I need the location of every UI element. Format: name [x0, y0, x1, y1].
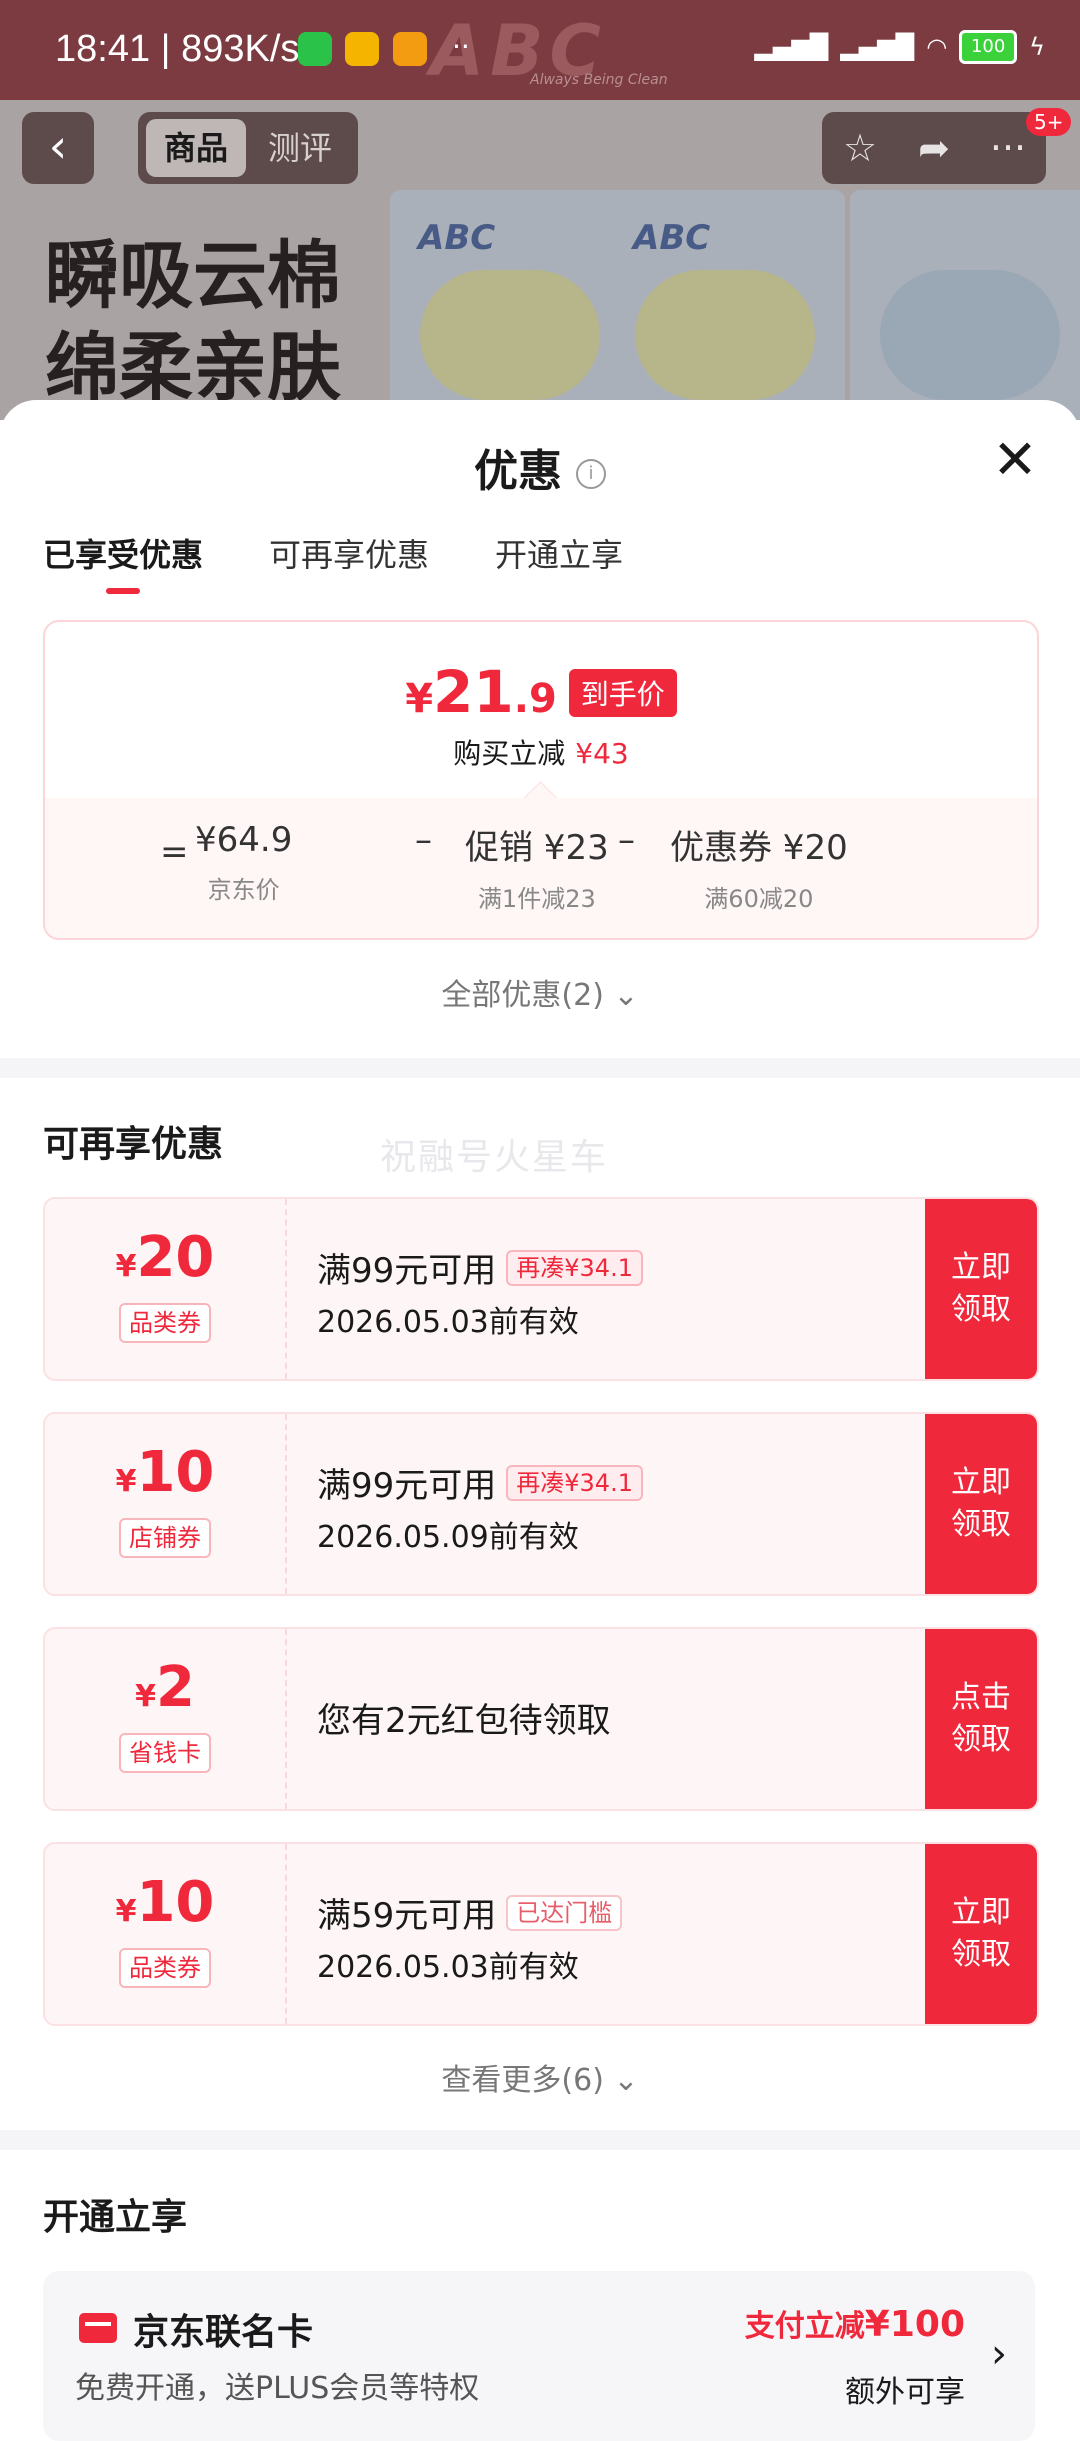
wifi-icon: ◠: [926, 33, 948, 61]
credit-card-icon: [79, 2313, 117, 2343]
final-price: ¥21.9 到手价: [45, 658, 1037, 726]
coupon-threshold-chip: 已达门槛: [506, 1895, 623, 1931]
close-icon: ✕: [992, 428, 1038, 491]
tab-more-offers[interactable]: 可再享优惠: [269, 530, 429, 590]
claim-red-packet-button[interactable]: 点击 领取: [925, 1629, 1037, 1809]
coupon-amount: ¥10: [115, 1870, 215, 1935]
coupon-validity: 2026.05.09前有效: [317, 1520, 579, 1555]
signal-hd-icon: ▂▄▆█: [840, 33, 915, 61]
tab-review[interactable]: 测评: [250, 119, 350, 177]
see-more-toggle[interactable]: 查看更多(6) ⌄: [0, 2055, 1080, 2099]
info-icon[interactable]: i: [576, 459, 606, 489]
page-actions: ☆ ➦ ···: [822, 112, 1046, 184]
favorite-star-icon[interactable]: ☆: [832, 120, 888, 176]
coupon-gap-chip: 再凑¥34.1: [506, 1250, 643, 1286]
product-pack-image: [850, 190, 1080, 420]
coupon-condition: 满99元可用 再凑¥34.1: [317, 1243, 643, 1292]
coupon-amount: ¥20: [115, 1225, 215, 1290]
product-slogan: 瞬吸云棉 绵柔亲肤: [45, 233, 341, 411]
coupon-discount: 优惠券 ¥20 满60减20: [670, 828, 848, 913]
coupon-amount: ¥10: [115, 1440, 215, 1505]
more-offers-title: 可再享优惠: [43, 1124, 224, 1165]
charging-icon: ϟ: [1029, 33, 1045, 61]
status-right: ▂▄▆█ ▂▄▆█ ◠ 100 ϟ: [755, 30, 1045, 64]
coupon-type: 品类券: [119, 1303, 211, 1343]
chevron-left-icon: ‹: [48, 119, 68, 173]
coupon-gap-chip: 再凑¥34.1: [506, 1465, 643, 1501]
formula-equals: =: [160, 832, 189, 872]
tab-enjoyed-offers[interactable]: 已享受优惠: [43, 530, 203, 594]
coupon-card: ¥10 品类券 满59元可用 已达门槛 2026.05.03前有效 立即 领取: [43, 1842, 1039, 2026]
coupon-validity: 2026.05.03前有效: [317, 1305, 579, 1340]
co-branded-card-offer[interactable]: 京东联名卡 免费开通，送PLUS会员等特权 支付立减¥100 额外可享 ›: [43, 2271, 1035, 2441]
coupon-condition: 满59元可用 已达门槛: [317, 1888, 623, 1937]
battery-icon: 100: [959, 30, 1018, 64]
share-icon[interactable]: ➦: [906, 120, 962, 176]
page-segment-control: 商品 测评: [138, 112, 358, 184]
all-offers-toggle[interactable]: 全部优惠(2) ⌄: [0, 970, 1080, 1014]
chevron-right-icon: ›: [991, 2331, 1007, 2377]
watermark-text: 祝融号火星车: [380, 1137, 609, 1178]
card-description: 免费开通，送PLUS会员等特权: [75, 2371, 480, 2406]
wechat-icon: [298, 32, 332, 66]
formula-minus: –: [618, 820, 635, 860]
card-name: 京东联名卡: [133, 2312, 314, 2353]
status-time: 18:41 | 893K/s: [55, 28, 300, 70]
coupon-card: ¥20 品类券 满99元可用 再凑¥34.1 2026.05.03前有效 立即 领…: [43, 1197, 1039, 1381]
coupon-condition: 您有2元红包待领取: [317, 1701, 611, 1741]
sheet-title: 优惠 i: [0, 435, 1080, 499]
signal-hd-icon: ▂▄▆█: [754, 33, 829, 61]
tab-product[interactable]: 商品: [146, 119, 246, 177]
coupon-card: ¥10 店铺券 满99元可用 再凑¥34.1 2026.05.09前有效 立即 领…: [43, 1412, 1039, 1596]
purchase-reduction: 购买立减 ¥43: [453, 737, 629, 770]
product-pack-image: ABC: [605, 190, 845, 420]
product-pack-image: ABC: [390, 190, 630, 420]
formula-minus: –: [415, 820, 432, 860]
payment-discount: 支付立减¥100: [744, 2304, 965, 2345]
coupon-condition: 满99元可用 再凑¥34.1: [317, 1458, 643, 1507]
tab-membership-offers[interactable]: 开通立享: [495, 530, 623, 590]
membership-title: 开通立享: [43, 2197, 188, 2238]
message-count-badge: 5+: [1026, 108, 1072, 136]
coupon-type: 店铺券: [119, 1518, 211, 1558]
final-price-tag: 到手价: [568, 669, 677, 717]
weibo-icon: [345, 32, 379, 66]
back-button[interactable]: ‹: [22, 112, 94, 184]
coupon-validity: 2026.05.03前有效: [317, 1950, 579, 1985]
coupon-card: ¥2 省钱卡 您有2元红包待领取 点击 领取: [43, 1627, 1039, 1811]
app-notification-icon: [393, 32, 427, 66]
discount-tabs: 已享受优惠 可再享优惠 开通立享: [43, 530, 623, 594]
claim-coupon-button[interactable]: 立即 领取: [925, 1844, 1037, 2024]
coupon-type: 省钱卡: [119, 1733, 211, 1773]
close-button[interactable]: ✕: [990, 433, 1040, 487]
claim-coupon-button[interactable]: 立即 领取: [925, 1414, 1037, 1594]
coupon-amount: ¥2: [135, 1655, 195, 1720]
status-bar: 18:41 | 893K/s ·· ▂▄▆█ ▂▄▆█ ◠ 100 ϟ: [0, 0, 1080, 100]
jd-price: ¥64.9 京东价: [195, 820, 293, 904]
price-summary-card: ¥21.9 到手价 购买立减 ¥43 = ¥64.9 京东价 – 促销 ¥23 满1…: [43, 620, 1039, 940]
coupon-type: 品类券: [119, 1948, 211, 1988]
claim-coupon-button[interactable]: 立即 领取: [925, 1199, 1037, 1379]
promotion-discount: 促销 ¥23 满1件减23: [465, 828, 609, 913]
discount-sheet: 优惠 i ✕ 已享受优惠 可再享优惠 开通立享 ¥21.9 到手价 购买立减 ¥43 …: [0, 400, 1080, 2400]
more-notifications-icon: ··: [452, 30, 470, 63]
extra-benefit: 额外可享: [845, 2375, 965, 2410]
